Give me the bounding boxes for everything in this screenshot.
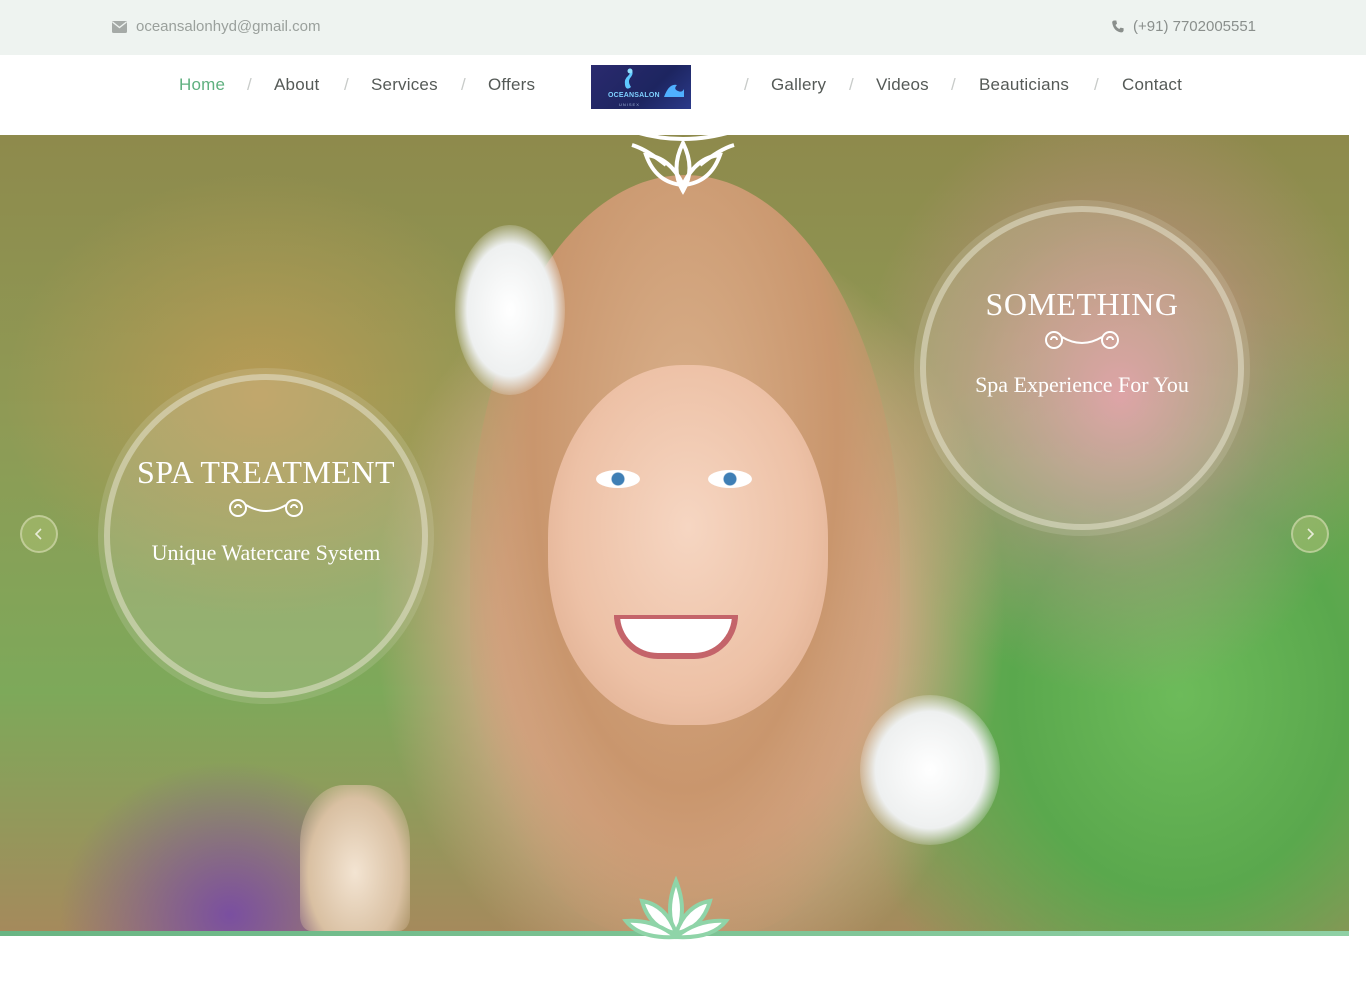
nav-separator: / xyxy=(461,75,466,94)
nav-services[interactable]: Services xyxy=(371,75,438,95)
lotus-ornament-icon xyxy=(631,129,735,195)
ornament-swirl-icon xyxy=(229,499,304,517)
site-logo[interactable]: OCEANSALON UNISEX xyxy=(591,65,691,109)
envelope-icon xyxy=(112,20,127,33)
chevron-left-icon xyxy=(34,528,42,540)
caption-subtitle: Spa Experience For You xyxy=(975,372,1189,397)
nav-contact[interactable]: Contact xyxy=(1122,75,1182,95)
nav-videos[interactable]: Videos xyxy=(876,75,929,95)
model-face xyxy=(548,365,828,725)
nav-offers[interactable]: Offers xyxy=(488,75,535,95)
lily-flower-image xyxy=(455,225,565,395)
model-eye-left xyxy=(596,470,640,488)
nav-gallery[interactable]: Gallery xyxy=(771,75,826,95)
main-navigation: Home / About / Services / Offers OCEANSA… xyxy=(0,55,1366,135)
caption-title: SOMETHING xyxy=(985,286,1179,322)
nav-separator: / xyxy=(951,75,956,94)
logo-subtext: UNISEX xyxy=(619,102,640,107)
page-scrollbar[interactable] xyxy=(1349,135,1366,1002)
nav-separator: / xyxy=(849,75,854,94)
ornament-swirl-icon xyxy=(1045,331,1120,349)
nav-separator: / xyxy=(344,75,349,94)
phone-contact[interactable]: (+91) 7702005551 xyxy=(1112,18,1256,35)
email-contact[interactable]: oceansalonhyd@gmail.com xyxy=(112,18,321,35)
slide-caption-right: SOMETHING Spa Experience For You xyxy=(926,212,1238,524)
nav-home[interactable]: Home xyxy=(179,75,225,95)
hero-slider: SPA TREATMENT Unique Watercare System SO… xyxy=(0,135,1349,931)
phone-text: (+91) 7702005551 xyxy=(1133,18,1257,35)
nav-about[interactable]: About xyxy=(274,75,319,95)
model-eye-right xyxy=(708,470,752,488)
nav-separator: / xyxy=(1094,75,1099,94)
logo-figure-icon xyxy=(624,68,633,89)
email-text: oceansalonhyd@gmail.com xyxy=(136,18,321,35)
top-bar: oceansalonhyd@gmail.com (+91) 7702005551 xyxy=(0,0,1366,55)
chevron-right-icon xyxy=(1307,528,1315,540)
slider-prev-button[interactable] xyxy=(20,515,58,553)
caption-title: SPA TREATMENT xyxy=(136,454,396,490)
logo-wave-icon xyxy=(664,84,684,97)
nav-separator: / xyxy=(247,75,252,94)
slide-caption-left: SPA TREATMENT Unique Watercare System xyxy=(110,380,422,692)
phone-icon xyxy=(1112,20,1124,33)
logo-text: OCEANSALON xyxy=(608,92,660,99)
lily-flower-image xyxy=(860,695,1000,845)
caption-subtitle: Unique Watercare System xyxy=(151,540,381,565)
nav-separator: / xyxy=(744,75,749,94)
oil-bottle-image xyxy=(300,785,410,931)
nav-beauticians[interactable]: Beauticians xyxy=(979,75,1069,95)
slider-next-button[interactable] xyxy=(1291,515,1329,553)
lotus-ornament-icon xyxy=(622,875,730,940)
